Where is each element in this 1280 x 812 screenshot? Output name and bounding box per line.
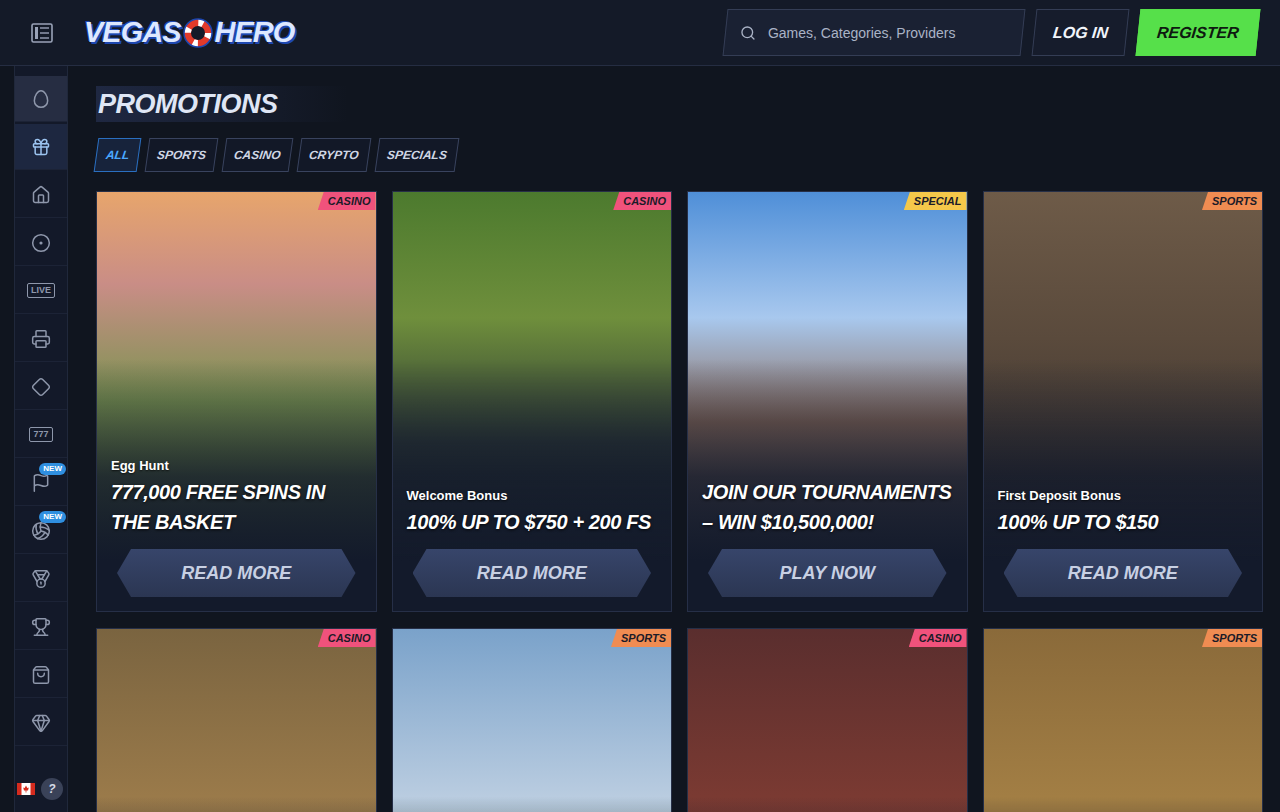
- sidebar-item[interactable]: [15, 700, 67, 746]
- logo-text: HERO: [215, 16, 295, 49]
- promo-card[interactable]: CASINO: [687, 628, 968, 812]
- category-badge: CASINO: [318, 192, 376, 210]
- search-box[interactable]: [723, 9, 1026, 56]
- soccer-ball-icon: [31, 233, 51, 253]
- promo-card[interactable]: SPORTS First Deposit Bonus 100% UP TO $150…: [983, 191, 1264, 612]
- sidebar-item[interactable]: LIVE: [15, 268, 67, 314]
- promo-button[interactable]: READ MORE: [117, 549, 356, 597]
- filter-tab[interactable]: CRYPTO: [297, 138, 371, 172]
- category-badge: CASINO: [909, 629, 967, 647]
- promo-card[interactable]: SPORTS: [983, 628, 1264, 812]
- sidebar-item[interactable]: [15, 220, 67, 266]
- new-badge: NEW: [39, 511, 66, 523]
- category-badge: CASINO: [613, 192, 671, 210]
- filter-tab[interactable]: SPECIALS: [374, 138, 459, 172]
- filter-tab[interactable]: SPORTS: [145, 138, 219, 172]
- slot-machine-icon: [31, 329, 51, 349]
- search-input[interactable]: [766, 24, 1008, 42]
- promo-card[interactable]: CASINO Welcome Bonus 100% UP TO $750 + 200…: [392, 191, 673, 612]
- promo-grid: CASINO Egg Hunt 777,000 FREE SPINS IN THE …: [96, 191, 1263, 812]
- gift-icon: [31, 137, 51, 157]
- promo-title: 100% UP TO $750 + 200 FS: [407, 507, 658, 537]
- card-icon: [31, 377, 51, 397]
- new-badge: NEW: [39, 463, 66, 475]
- page-title: PROMOTIONS: [96, 86, 348, 122]
- sidebar-item[interactable]: NEW: [15, 508, 67, 554]
- promo-card[interactable]: CASINO: [96, 628, 377, 812]
- medal-icon: [31, 569, 51, 589]
- category-badge: SPECIAL: [904, 192, 967, 210]
- sidebar-item[interactable]: [15, 364, 67, 410]
- trophy-icon: [31, 617, 51, 637]
- sidebar: LIVE 777 NEW NEW?: [0, 66, 68, 812]
- home-icon: [31, 185, 51, 205]
- filter-tab[interactable]: CASINO: [222, 138, 293, 172]
- promo-subtitle: Egg Hunt: [111, 458, 362, 473]
- promo-card[interactable]: SPECIAL JOIN OUR TOURNAMENTS – WIN $10,50…: [687, 191, 968, 612]
- main: PROMOTIONSALLSPORTSCASINOCRYPTOSPECIALSC…: [68, 66, 1280, 812]
- header: VEGAS HERO LOG INREGISTER: [0, 0, 1280, 66]
- category-badge: SPORTS: [1202, 192, 1262, 210]
- racing-flag-icon: [31, 473, 51, 493]
- sidebar-footer: ?: [15, 778, 67, 812]
- sidebar-item[interactable]: 777: [15, 412, 67, 458]
- help-button[interactable]: ?: [41, 778, 63, 800]
- sidebar-item[interactable]: [15, 124, 67, 170]
- logo-text: VEGAS: [84, 16, 181, 49]
- promo-card[interactable]: SPORTS: [392, 628, 673, 812]
- country-button[interactable]: [15, 778, 37, 800]
- lifebuoy-icon: [183, 18, 213, 48]
- login-button[interactable]: LOG IN: [1032, 9, 1130, 56]
- promo-subtitle: Welcome Bonus: [407, 488, 658, 503]
- sidebar-item-label: 777: [29, 427, 52, 442]
- search-icon: [740, 25, 756, 41]
- shopping-bag-icon: [31, 665, 51, 685]
- promo-subtitle: First Deposit Bonus: [998, 488, 1249, 503]
- promo-title: 100% UP TO $150: [998, 507, 1249, 537]
- sidebar-column: LIVE 777 NEW NEW?: [14, 66, 68, 812]
- menu-button[interactable]: [30, 21, 54, 45]
- sidebar-item[interactable]: NEW: [15, 460, 67, 506]
- sidebar-item[interactable]: [15, 76, 67, 122]
- promo-button[interactable]: PLAY NOW: [708, 549, 947, 597]
- sidebar-item-label: LIVE: [27, 283, 55, 298]
- promo-title: 777,000 FREE SPINS IN THE BASKET: [111, 477, 362, 537]
- sidebar-item[interactable]: [15, 316, 67, 362]
- filter-tab[interactable]: ALL: [94, 138, 142, 172]
- category-badge: CASINO: [318, 629, 376, 647]
- register-button[interactable]: REGISTER: [1136, 9, 1261, 56]
- logo[interactable]: VEGAS HERO: [84, 16, 294, 49]
- sidebar-item[interactable]: [15, 652, 67, 698]
- sidebar-item[interactable]: [15, 556, 67, 602]
- promo-title: JOIN OUR TOURNAMENTS – WIN $10,500,000!: [702, 477, 953, 537]
- body: LIVE777NEWNEW?PROMOTIONSALLSPORTSCASINOC…: [0, 66, 1280, 812]
- promo-button[interactable]: READ MORE: [1004, 549, 1243, 597]
- sidebar-item[interactable]: [15, 172, 67, 218]
- diamond-icon: [31, 713, 51, 733]
- menu-icon: [31, 22, 53, 44]
- category-badge: SPORTS: [611, 629, 671, 647]
- filter-tabs: ALLSPORTSCASINOCRYPTOSPECIALS: [96, 138, 1263, 172]
- promo-card[interactable]: CASINO Egg Hunt 777,000 FREE SPINS IN THE …: [96, 191, 377, 612]
- canada-flag-icon: [17, 783, 35, 795]
- basketball-icon: [31, 521, 51, 541]
- app: VEGAS HERO LOG INREGISTER LIVE 777 NEW NEW? PRO…: [0, 0, 1280, 812]
- sidebar-item[interactable]: [15, 604, 67, 650]
- promo-button[interactable]: READ MORE: [413, 549, 652, 597]
- category-badge: SPORTS: [1202, 629, 1262, 647]
- egg-icon: [31, 89, 51, 109]
